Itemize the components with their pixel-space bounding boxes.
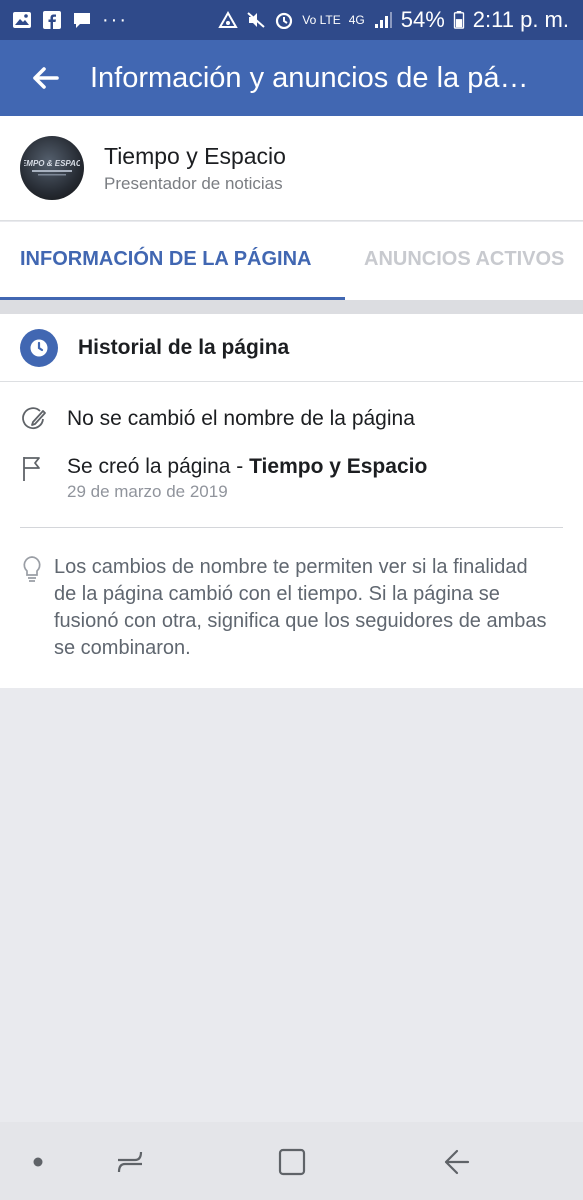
back-nav-icon	[444, 1149, 470, 1175]
nav-dot-button[interactable]	[18, 1142, 58, 1182]
history-item-created: Se creó la página - Tiempo y Espacio 29 …	[20, 454, 427, 502]
arrow-left-icon	[33, 67, 59, 89]
network-label: 4G	[348, 13, 365, 27]
navigation-bar	[0, 1122, 583, 1200]
recent-apps-icon	[117, 1151, 143, 1173]
avatar[interactable]: TIEMPO & ESPACIO	[20, 136, 84, 200]
hotspot-icon	[218, 11, 238, 28]
gallery-icon	[13, 12, 31, 28]
clock-icon	[20, 328, 58, 367]
facebook-icon	[43, 11, 61, 29]
home-button[interactable]	[272, 1142, 312, 1182]
section-header: Historial de la página	[0, 314, 583, 382]
status-system: Vo LTE 4G 54% 2:11 p. m.	[218, 7, 569, 33]
app-header: Información y anuncios de la página	[0, 40, 583, 116]
tab-active-ads[interactable]: ANUNCIOS ACTIVOS	[345, 222, 564, 300]
history-created-block: Se creó la página - Tiempo y Espacio 29 …	[48, 454, 427, 502]
more-notifications-icon: ···	[102, 8, 128, 31]
signal-icon	[374, 12, 392, 28]
created-page-name[interactable]: Tiempo y Espacio	[249, 455, 427, 478]
page-history-section: Historial de la página No se cambió el n…	[0, 314, 583, 688]
battery-percent: 54%	[400, 7, 445, 32]
clock-time: 2:11 p. m.	[472, 7, 569, 32]
page-names: Tiempo y Espacio Presentador de noticias	[104, 143, 286, 194]
home-icon	[278, 1148, 306, 1176]
tab-page-info[interactable]: INFORMACIÓN DE LA PÁGINA	[0, 222, 345, 300]
page-category: Presentador de noticias	[104, 173, 283, 193]
status-bar: ··· Vo LTE 4G 54% 2:11 p. m.	[0, 0, 583, 40]
pencil-circle-icon	[22, 407, 46, 430]
tabs-separator	[0, 300, 583, 314]
page-title: Información y anuncios de la página	[90, 61, 530, 94]
flag-icon	[23, 457, 40, 481]
history-item-rename: No se cambió el nombre de la página	[20, 406, 415, 434]
back-nav-button[interactable]	[436, 1142, 476, 1182]
dot-icon	[33, 1157, 43, 1167]
section-title: Historial de la página	[78, 335, 290, 359]
created-prefix: Se creó la página -	[67, 455, 250, 478]
divider	[20, 527, 563, 528]
history-text-created: Se creó la página - Tiempo y Espacio	[67, 454, 427, 480]
created-date: 29 de marzo de 2019	[67, 482, 228, 501]
alarm-icon	[276, 12, 293, 29]
page-name[interactable]: Tiempo y Espacio	[104, 143, 286, 170]
status-notifications: ···	[12, 9, 128, 32]
page-card[interactable]: TIEMPO & ESPACIO Tiempo y Espacio Presen…	[0, 116, 583, 221]
avatar-logo: TIEMPO & ESPACIO	[24, 159, 80, 176]
info-note: Los cambios de nombre te permiten ver si…	[20, 554, 554, 662]
volte-label: Vo LTE	[302, 13, 341, 27]
messenger-icon	[74, 13, 90, 28]
recent-apps-button[interactable]	[110, 1142, 150, 1182]
back-button[interactable]	[0, 40, 90, 116]
history-text-rename: No se cambió el nombre de la página	[67, 407, 415, 430]
battery-icon	[453, 11, 464, 29]
avatar-logo-text: TIEMPO & ESPACIO	[24, 159, 80, 168]
mute-icon	[247, 12, 265, 28]
tabs: INFORMACIÓN DE LA PÁGINA ANUNCIOS ACTIVO…	[0, 222, 583, 300]
lightbulb-icon	[23, 556, 41, 582]
info-text: Los cambios de nombre te permiten ver si…	[54, 556, 547, 659]
